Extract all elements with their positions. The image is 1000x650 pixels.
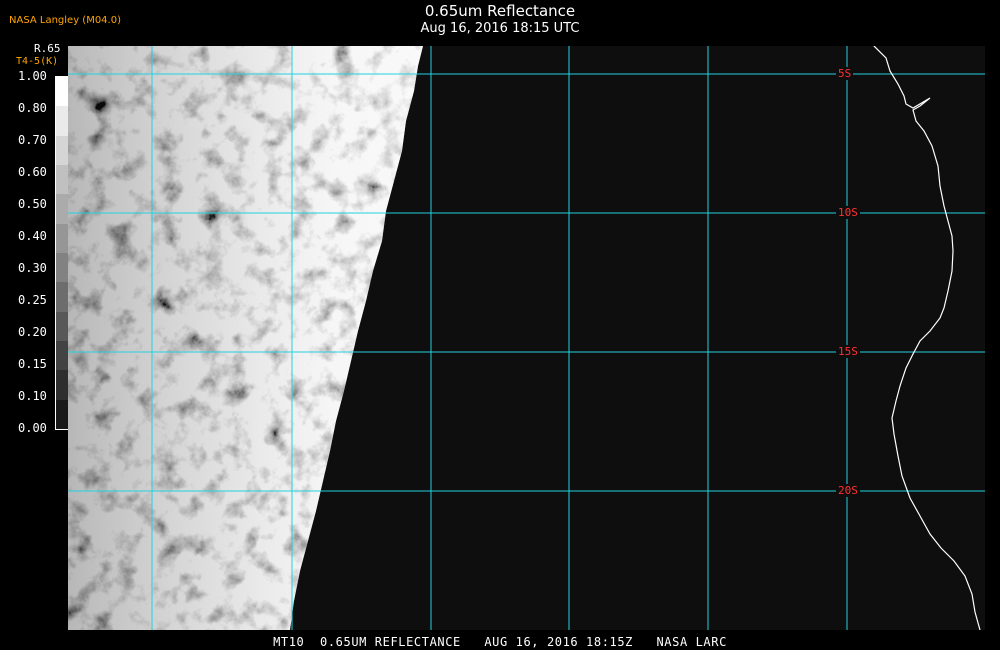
latitude-label: 20S [836, 484, 860, 497]
image-timestamp: Aug 16, 2016 18:15 UTC [420, 21, 580, 36]
colorbar-tick-label: 1.00 [18, 69, 47, 83]
latitude-label: 5S [836, 67, 854, 80]
image-title: 0.65um Reflectance [424, 2, 576, 20]
legend-title: R.65 [34, 42, 61, 55]
colorbar-tick-label: 0.70 [18, 133, 47, 147]
map-canvas [68, 46, 985, 630]
legend-subtitle: T4-5(K) [16, 56, 59, 67]
colorbar-tick-label: 0.40 [18, 229, 47, 243]
colorbar-tick-label: 0.00 [18, 421, 47, 435]
footer-caption: MT10 0.65UM REFLECTANCE AUG 16, 2016 18:… [273, 635, 727, 649]
latitude-label: 15S [836, 345, 860, 358]
colorbar-tick-label: 0.50 [18, 197, 47, 211]
colorbar-tick-label: 0.15 [18, 357, 47, 371]
colorbar-tick-label: 0.60 [18, 165, 47, 179]
africa-coastline [873, 46, 981, 630]
colorbar-tick-label: 0.30 [18, 261, 47, 275]
longitude-label: 5E [698, 46, 711, 47]
colorbar-tick-label: 0.20 [18, 325, 47, 339]
longitude-label: 10W [282, 46, 302, 47]
longitude-label: 5W [421, 46, 434, 47]
colorbar-tick-label: 0.80 [18, 101, 47, 115]
longitude-label: 15W [142, 46, 162, 47]
colorbar-tick-label: 0.25 [18, 293, 47, 307]
longitude-label: 0 [559, 46, 566, 47]
satellite-map: 15W 10W 5W 0 5E 10E 5S 10S 15S 20S [68, 46, 985, 630]
latitude-label: 10S [836, 206, 860, 219]
longitude-label: 10E [837, 46, 857, 47]
data-provider-label: NASA Langley (M04.0) [9, 15, 121, 26]
colorbar-tick-label: 0.10 [18, 389, 47, 403]
